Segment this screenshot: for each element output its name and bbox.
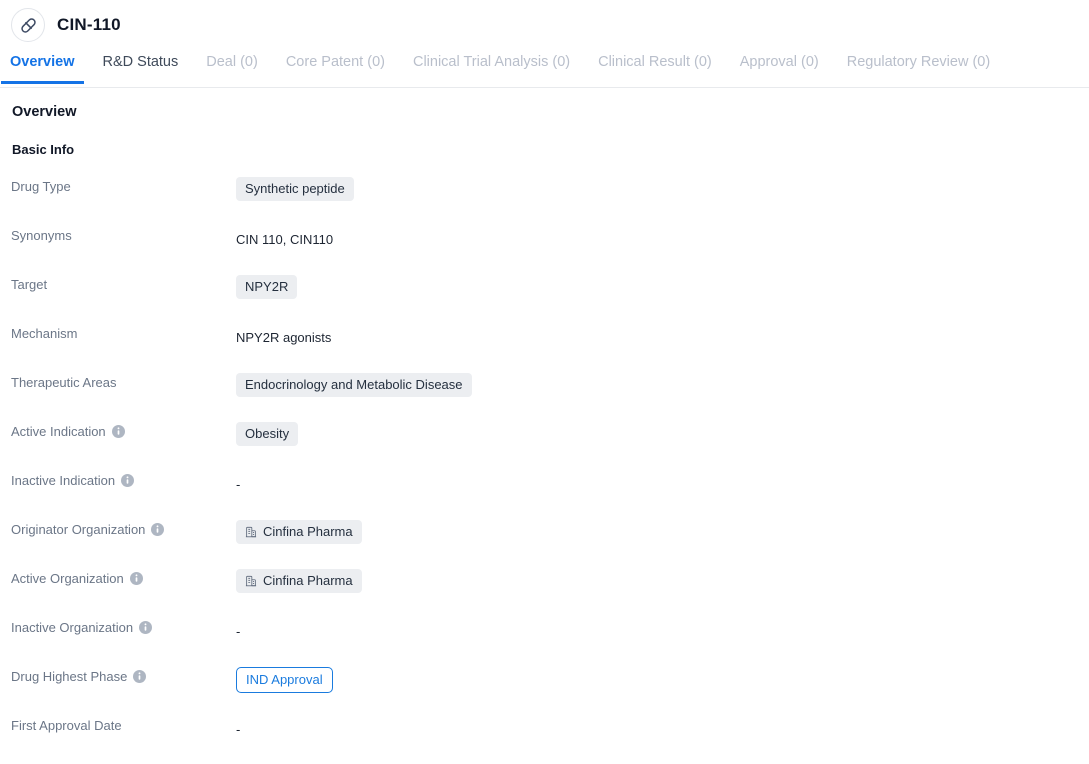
tab-core-patent[interactable]: Core Patent (0) [286,50,385,83]
overview-panel: Overview Basic Info Drug Type Synthetic p… [0,88,1089,743]
tab-clinical-trial-analysis[interactable]: Clinical Trial Analysis (0) [413,50,570,83]
tab-deal[interactable]: Deal (0) [206,50,258,83]
info-icon[interactable] [129,572,143,585]
value-empty: - [236,476,241,492]
row-label-text: Active Organization [11,571,124,586]
info-icon[interactable] [151,523,165,536]
info-row-synonyms: Synonyms CIN 110, CIN110 [11,224,1089,253]
info-row-first-approval-date: First Approval Date - [11,714,1089,743]
page-title: CIN-110 [57,15,121,34]
row-label-text: Drug Highest Phase [11,669,128,684]
row-label: Inactive Organization [11,616,236,635]
info-row-drug-type: Drug Type Synthetic peptide [11,175,1089,204]
row-label: Active Indication [11,420,236,439]
tab-overview[interactable]: Overview [1,50,83,83]
info-icon[interactable] [111,425,125,438]
value-empty: - [236,623,241,639]
info-row-active-organization: Active Organization Cinfina Pharma [11,567,1089,596]
row-label: Mechanism [11,322,236,341]
row-label-text: First Approval Date [11,718,122,733]
info-icon[interactable] [133,670,147,683]
row-label: Active Organization [11,567,236,586]
row-label: Drug Type [11,175,236,194]
value-tag[interactable]: NPY2R [236,275,298,299]
row-value: IND Approval [236,665,1089,693]
info-icon[interactable] [121,474,135,487]
subsection-title-basic-info: Basic Info [12,142,75,157]
row-value: NPY2R agonists [236,322,1089,348]
row-value: - [236,469,1089,495]
organization-name: Cinfina Pharma [263,524,353,539]
value-text: NPY2R agonists [236,329,332,345]
row-label-text: Synonyms [11,228,72,243]
row-label-text: Target [11,277,48,292]
row-value: NPY2R [236,273,1089,299]
row-label-text: Inactive Indication [11,473,116,488]
info-row-therapeutic-areas: Therapeutic Areas Endocrinology and Metab… [11,371,1089,400]
row-label: Therapeutic Areas [11,371,236,390]
info-row-originator-organization: Originator Organization Cinfina Pharma [11,518,1089,547]
info-row-active-indication: Active Indication Obesity [11,420,1089,449]
row-label: Target [11,273,236,292]
tab-approval[interactable]: Approval (0) [740,50,819,83]
status-badge[interactable]: IND Approval [236,667,333,693]
row-value: Cinfina Pharma [236,518,1089,544]
value-empty: - [236,721,241,737]
row-label: Inactive Indication [11,469,236,488]
row-value: - [236,616,1089,642]
row-label: Synonyms [11,224,236,243]
page-header: CIN-110 [0,0,1089,50]
info-row-inactive-indication: Inactive Indication - [11,469,1089,498]
tab-clinical-result[interactable]: Clinical Result (0) [598,50,712,83]
row-value: Synthetic peptide [236,175,1089,201]
row-value: Obesity [236,420,1089,446]
organization-tag[interactable]: Cinfina Pharma [236,520,362,544]
tab-regulatory-review[interactable]: Regulatory Review (0) [847,50,990,83]
info-row-inactive-organization: Inactive Organization - [11,616,1089,645]
info-row-drug-highest-phase: Drug Highest Phase IND Approval [11,665,1089,694]
row-label: First Approval Date [11,714,236,733]
value-tag[interactable]: Obesity [236,422,299,446]
building-icon [245,526,257,538]
row-label-text: Drug Type [11,179,71,194]
basic-info-rows: Drug Type Synthetic peptide Synonyms CIN 11… [11,175,1089,743]
tab-rd-status[interactable]: R&D Status [103,50,179,83]
value-tag[interactable]: Endocrinology and Metabolic Disease [236,373,472,397]
info-row-mechanism: Mechanism NPY2R agonists [11,322,1089,351]
building-icon [245,575,257,587]
value-text: CIN 110, CIN110 [236,231,334,247]
row-value: Cinfina Pharma [236,567,1089,593]
row-value: - [236,714,1089,740]
value-tag[interactable]: Synthetic peptide [236,177,354,201]
section-title: Overview [12,104,77,120]
organization-name: Cinfina Pharma [263,573,353,588]
info-icon[interactable] [139,621,153,634]
row-label-text: Therapeutic Areas [11,375,117,390]
info-row-target: Target NPY2R [11,273,1089,302]
row-label: Originator Organization [11,518,236,537]
row-label-text: Inactive Organization [11,620,134,635]
row-value: Endocrinology and Metabolic Disease [236,371,1089,397]
row-value: CIN 110, CIN110 [236,224,1089,250]
row-label-text: Active Indication [11,424,106,439]
tab-bar: Overview R&D Status Deal (0) Core Patent… [0,50,1089,88]
pill-icon [11,8,45,42]
organization-tag[interactable]: Cinfina Pharma [236,569,362,593]
row-label: Drug Highest Phase [11,665,236,684]
row-label-text: Mechanism [11,326,78,341]
row-label-text: Originator Organization [11,522,146,537]
